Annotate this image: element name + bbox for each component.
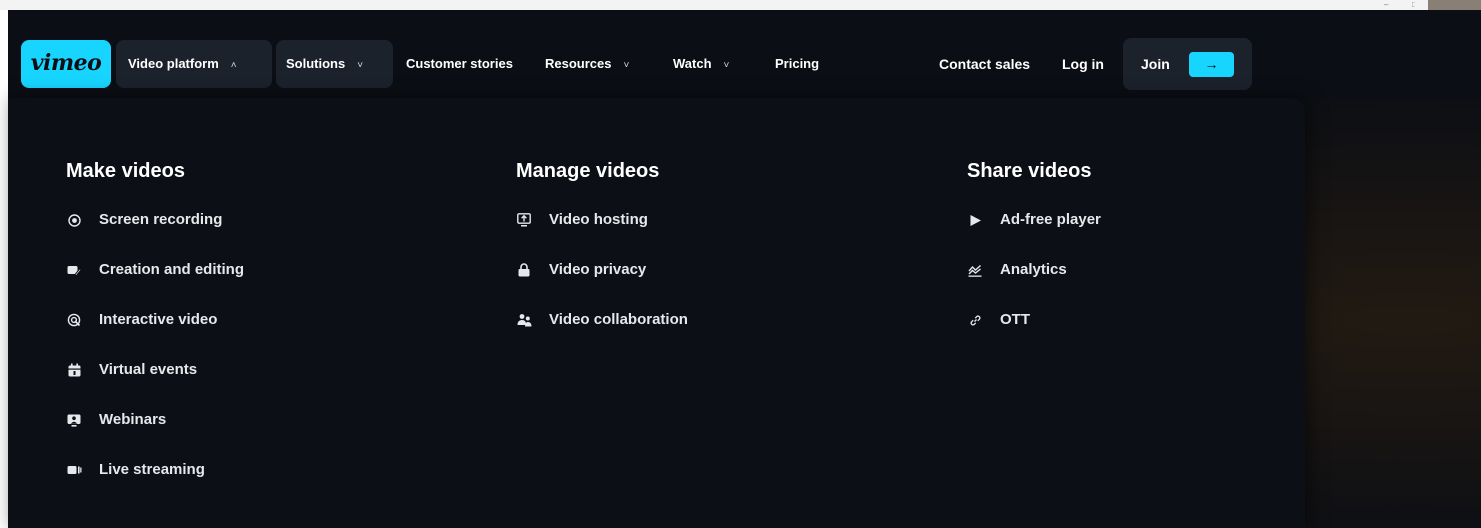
menu-item-label: Video collaboration <box>549 311 688 328</box>
nav-customer-stories[interactable]: Customer stories <box>406 40 513 88</box>
people-icon <box>516 312 532 328</box>
nav-solutions-label: Solutions <box>286 56 346 71</box>
chevron-up-icon: ˄ <box>230 60 237 71</box>
menu-item-label: Live streaming <box>99 461 205 478</box>
chevron-down-icon: ˅ <box>723 60 730 71</box>
calendar-icon <box>66 362 82 378</box>
menu-item-label: Creation and editing <box>99 261 245 278</box>
menu-item-label: Ad-free player <box>1000 211 1101 228</box>
make-videos-heading: Make videos <box>66 160 185 182</box>
manage-videos-heading: Manage videos <box>516 160 660 182</box>
menu-item-label: Virtual events <box>99 361 198 378</box>
live-camera-icon <box>66 462 82 478</box>
webinar-icon <box>66 412 82 428</box>
minimize-icon[interactable]: – <box>1384 1 1388 9</box>
log-in-link[interactable]: Log in <box>1062 40 1104 88</box>
nav-pricing-label: Pricing <box>775 56 820 71</box>
browser-top-bar: – □ × <box>0 0 1481 10</box>
interactive-icon <box>66 312 82 328</box>
menu-item-label: OTT <box>1000 311 1030 328</box>
menu-item-label: Interactive video <box>99 311 218 328</box>
nav-watch[interactable]: Watch ˅ <box>673 40 729 88</box>
nav-resources[interactable]: Resources ˅ <box>545 40 629 88</box>
left-edge <box>0 10 8 528</box>
menu-item-label: Screen recording <box>99 211 223 228</box>
arrow-right-icon[interactable]: → <box>1189 52 1234 77</box>
contact-sales-link[interactable]: Contact sales <box>939 40 1030 88</box>
vimeo-logo[interactable]: vimeo <box>21 40 111 88</box>
menu-item-label: Video hosting <box>549 211 648 228</box>
analytics-icon <box>967 262 983 278</box>
link-icon <box>967 312 983 328</box>
nav-video-platform-label: Video platform <box>128 56 219 71</box>
nav-watch-label: Watch <box>673 56 712 71</box>
share-videos-heading: Share videos <box>967 160 1092 182</box>
menu-item-label: Video privacy <box>549 261 647 278</box>
nav-resources-label: Resources <box>545 56 612 71</box>
nav-solutions[interactable]: Solutions ˅ <box>276 40 393 88</box>
upload-monitor-icon <box>516 212 532 228</box>
join-button-label: Join <box>1141 56 1170 72</box>
lock-icon <box>516 262 532 278</box>
nav-pricing[interactable]: Pricing <box>775 40 819 88</box>
play-icon <box>967 212 983 228</box>
nav-customer-stories-label: Customer stories <box>406 56 513 71</box>
record-icon <box>66 212 82 228</box>
nav-video-platform[interactable]: Video platform ˄ <box>116 40 272 88</box>
chevron-down-icon: ˅ <box>623 60 630 71</box>
menu-item-label: Analytics <box>1000 261 1067 278</box>
chevron-down-icon: ˅ <box>357 60 364 71</box>
edit-video-icon <box>66 262 82 278</box>
menu-item-label: Webinars <box>99 411 167 428</box>
